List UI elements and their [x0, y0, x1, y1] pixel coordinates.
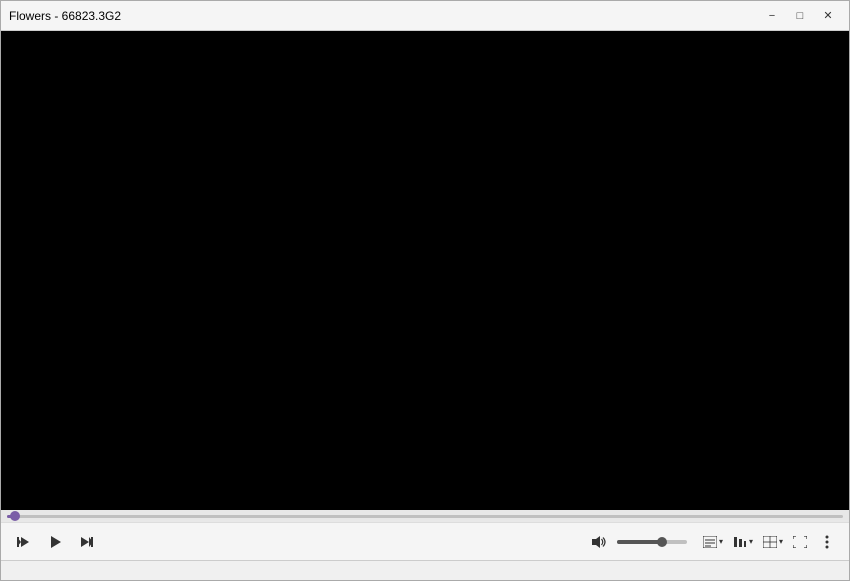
play-icon [48, 535, 62, 549]
app-window: Flowers - 66823.3G2 − □ ✕ [0, 0, 850, 581]
display-icon [763, 536, 777, 548]
fullscreen-button[interactable] [789, 529, 811, 555]
seek-thumb [10, 511, 20, 521]
next-button[interactable] [73, 528, 101, 556]
seek-track [7, 515, 843, 518]
fullscreen-icon [793, 536, 807, 548]
audio-tracks-icon [733, 536, 747, 548]
more-options-button[interactable] [813, 528, 841, 556]
maximize-button[interactable]: □ [787, 6, 813, 26]
title-text: Flowers - 66823.3G2 [9, 9, 121, 23]
more-icon [824, 535, 830, 549]
status-bar [1, 560, 849, 580]
skip-back-icon [16, 535, 30, 549]
volume-section [585, 528, 687, 556]
close-button[interactable]: ✕ [815, 6, 841, 26]
title-bar: Flowers - 66823.3G2 − □ ✕ [1, 1, 849, 31]
controls-bar: ▾ ▾ ▾ [1, 522, 849, 560]
subtitles-icon [703, 536, 717, 548]
display-chevron: ▾ [779, 538, 783, 546]
volume-slider[interactable] [617, 540, 687, 544]
window-controls: − □ ✕ [759, 6, 841, 26]
volume-icon [591, 535, 607, 549]
video-area[interactable] [1, 31, 849, 510]
audio-tracks-button[interactable]: ▾ [729, 529, 757, 555]
subtitles-button[interactable]: ▾ [699, 529, 727, 555]
seek-bar[interactable] [1, 510, 849, 522]
volume-button[interactable] [585, 528, 613, 556]
display-options-button[interactable]: ▾ [759, 529, 787, 555]
volume-thumb [657, 537, 667, 547]
minimize-button[interactable]: − [759, 6, 785, 26]
audio-chevron: ▾ [749, 538, 753, 546]
right-controls: ▾ ▾ ▾ [699, 528, 841, 556]
play-button[interactable] [41, 528, 69, 556]
previous-button[interactable] [9, 528, 37, 556]
skip-forward-icon [80, 535, 94, 549]
subtitles-chevron: ▾ [719, 538, 723, 546]
volume-fill [617, 540, 663, 544]
